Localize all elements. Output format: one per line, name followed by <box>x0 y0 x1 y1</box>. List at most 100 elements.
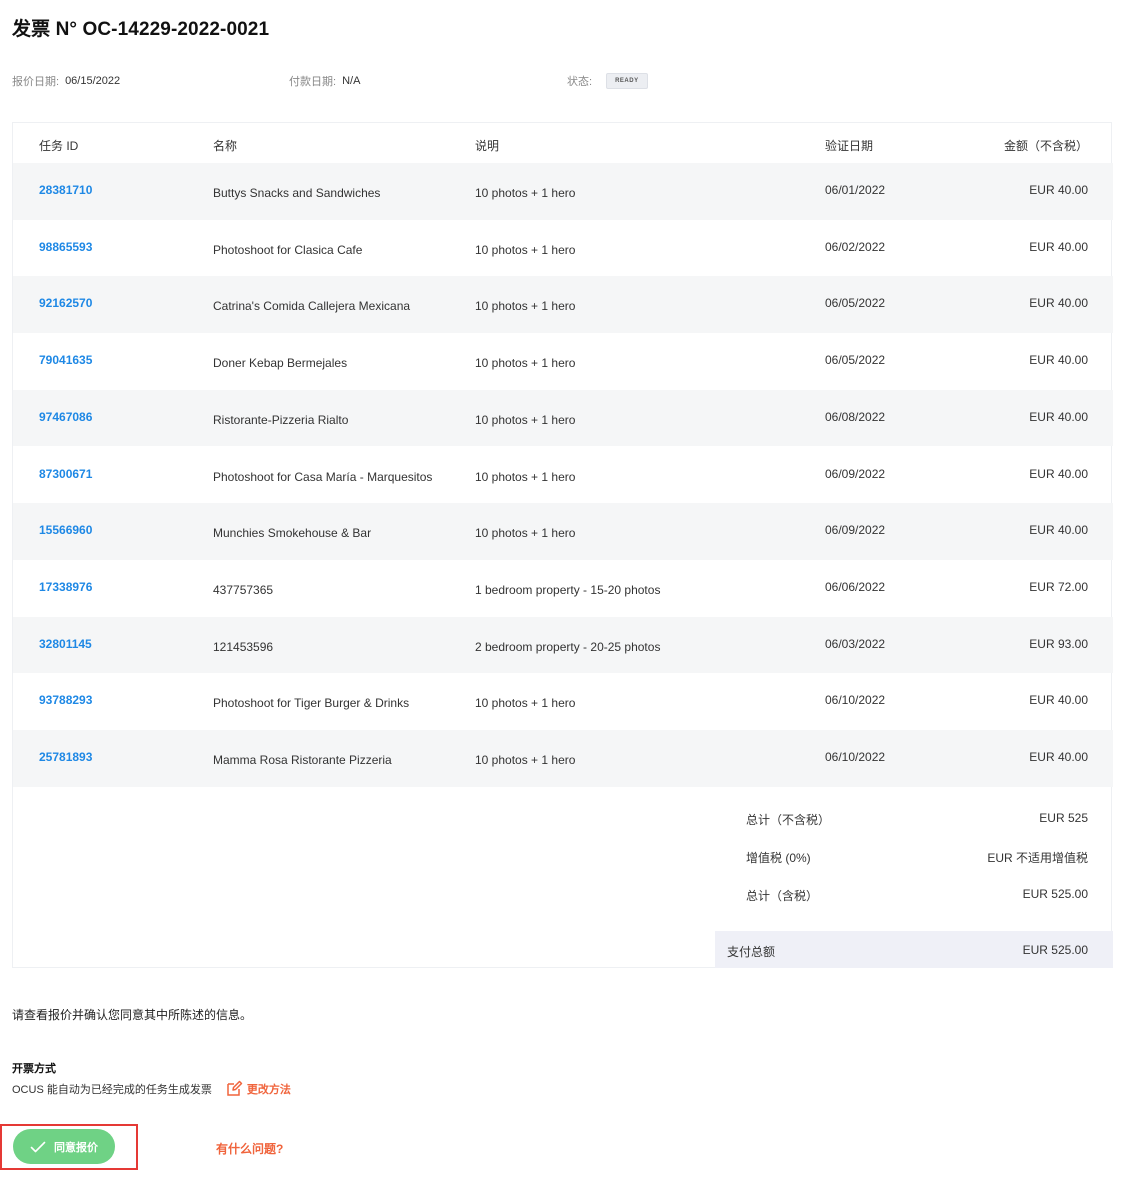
task-description: 10 photos + 1 hero <box>475 526 576 541</box>
validation-date: 06/05/2022 <box>825 353 886 368</box>
header-validation-date: 验证日期 <box>825 139 874 153</box>
task-id-link[interactable]: 28381710 <box>39 183 92 197</box>
task-amount: EUR 40.00 <box>1029 239 1088 254</box>
task-id-link[interactable]: 25781893 <box>39 750 92 764</box>
invoicing-method: OCUS 能自动为已经完成的任务生成发票 更改方法 <box>12 1080 291 1097</box>
header-task-id: 任务 ID <box>39 139 79 153</box>
table-row: 98865593 Photoshoot for Clasica Cafe 10 ph… <box>13 220 1113 277</box>
task-name: Photoshoot for Tiger Burger & Drinks <box>213 696 410 711</box>
review-notice: 请查看报价并确认您同意其中所陈述的信息。 <box>12 1008 253 1022</box>
task-amount: EUR 40.00 <box>1029 296 1088 311</box>
accept-quote-button[interactable]: 同意报价 <box>13 1129 115 1164</box>
vat-value: EUR 不适用增值税 <box>987 851 1088 865</box>
table-header: 任务 ID 名称 说明 验证日期 金额（不含税） <box>13 123 1113 163</box>
task-amount: EUR 40.00 <box>1029 523 1088 538</box>
invoicing-method-text: OCUS 能自动为已经完成的任务生成发票 <box>12 1083 212 1096</box>
task-id-link[interactable]: 97467086 <box>39 410 92 424</box>
task-name: 121453596 <box>213 639 274 654</box>
task-amount: EUR 40.00 <box>1029 409 1088 424</box>
task-name: Mamma Rosa Ristorante Pizzeria <box>213 753 392 767</box>
task-id-link[interactable]: 98865593 <box>39 240 92 254</box>
header-amount: 金额（不含税） <box>1003 139 1088 153</box>
payment-date-label: 付款日期: <box>289 76 337 88</box>
validation-date: 06/01/2022 <box>825 183 886 197</box>
status: 状态: READY <box>567 73 648 89</box>
task-name: 437757365 <box>213 582 274 597</box>
quote-date: 报价日期: 06/15/2022 <box>12 73 120 89</box>
vat-label: 增值税 (0%) <box>746 851 811 865</box>
payment-date: 付款日期: N/A <box>289 73 360 89</box>
header-name: 名称 <box>213 139 238 153</box>
table-row: 87300671 Photoshoot for Casa María - Marq… <box>13 447 1113 504</box>
change-method-link[interactable]: 更改方法 <box>226 1080 291 1097</box>
table-row: 32801145 121453596 2 bedroom property - 20… <box>13 616 1113 674</box>
payment-total-label: 支付总额 <box>727 945 776 959</box>
task-name: Munchies Smokehouse & Bar <box>213 526 372 541</box>
task-name: Buttys Snacks and Sandwiches <box>213 186 381 200</box>
task-amount: EUR 40.00 <box>1029 353 1088 368</box>
task-amount: EUR 40.00 <box>1029 183 1088 197</box>
validation-date: 06/09/2022 <box>825 523 886 538</box>
quote-date-value: 06/15/2022 <box>65 75 121 87</box>
task-name: Photoshoot for Clasica Cafe <box>213 242 363 257</box>
task-amount: EUR 93.00 <box>1029 636 1088 651</box>
task-id-link[interactable]: 87300671 <box>39 467 92 481</box>
total-label: 总计（含税） <box>746 889 819 903</box>
invoicing-method-title: 开票方式 <box>12 1063 56 1075</box>
validation-date: 06/10/2022 <box>825 693 886 708</box>
header-description: 说明 <box>475 139 500 153</box>
task-id-link[interactable]: 17338976 <box>39 580 92 594</box>
payment-date-value: N/A <box>342 75 361 87</box>
task-amount: EUR 40.00 <box>1029 693 1088 708</box>
validation-date: 06/05/2022 <box>825 296 886 311</box>
task-description: 10 photos + 1 hero <box>475 356 576 371</box>
task-id-link[interactable]: 79041635 <box>39 353 92 367</box>
validation-date: 06/10/2022 <box>825 750 886 764</box>
table-row: 92162570 Catrina's Comida Callejera Mexic… <box>13 276 1113 334</box>
task-id-link[interactable]: 93788293 <box>39 693 92 707</box>
table-row: 28381710 Buttys Snacks and Sandwiches 10 p… <box>13 163 1113 220</box>
table-row: 15566960 Munchies Smokehouse & Bar 10 phot… <box>13 503 1113 560</box>
quote-date-label: 报价日期: <box>12 76 60 88</box>
accept-quote-label: 同意报价 <box>54 1141 98 1154</box>
total-value: EUR 525.00 <box>1022 887 1088 901</box>
task-amount: EUR 40.00 <box>1029 466 1088 481</box>
table-row: 93788293 Photoshoot for Tiger Burger & Dr… <box>13 673 1113 730</box>
task-id-link[interactable]: 92162570 <box>39 296 92 310</box>
payment-total-value: EUR 525.00 <box>1022 943 1088 957</box>
table-row: 17338976 437757365 1 bedroom property - 15… <box>13 560 1113 617</box>
check-icon <box>30 1141 46 1152</box>
task-description: 2 bedroom property - 20-25 photos <box>475 639 661 654</box>
task-name: Doner Kebap Bermejales <box>213 356 348 371</box>
table-row: 79041635 Doner Kebap Bermejales 10 photos … <box>13 333 1113 390</box>
invoice-table-card: 任务 ID 名称 说明 验证日期 金额（不含税） 28381710 Buttys … <box>12 122 1113 968</box>
subtotal-value: EUR 525 <box>1039 811 1088 825</box>
table-row: 97467086 Ristorante-Pizzeria Rialto 10 pho… <box>13 389 1113 447</box>
validation-date: 06/08/2022 <box>825 409 886 424</box>
task-description: 10 photos + 1 hero <box>475 412 576 427</box>
task-description: 10 photos + 1 hero <box>475 469 576 484</box>
task-description: 10 photos + 1 hero <box>475 753 576 767</box>
validation-date: 06/03/2022 <box>825 636 886 651</box>
task-id-link[interactable]: 32801145 <box>39 637 92 651</box>
page-title: 发票 N° OC-14229-2022-0021 <box>12 19 270 40</box>
task-description: 10 photos + 1 hero <box>475 186 576 200</box>
task-amount: EUR 40.00 <box>1029 750 1088 764</box>
task-name: Photoshoot for Casa María - Marquesitos <box>213 469 433 484</box>
task-amount: EUR 72.00 <box>1029 579 1088 594</box>
status-label: 状态: <box>567 76 593 88</box>
task-id-link[interactable]: 15566960 <box>39 523 92 537</box>
payment-total-row: 支付总额 EUR 525.00 <box>715 931 1113 968</box>
change-method-label: 更改方法 <box>246 1083 291 1096</box>
validation-date: 06/02/2022 <box>825 239 886 254</box>
task-description: 10 photos + 1 hero <box>475 299 576 314</box>
task-name: Ristorante-Pizzeria Rialto <box>213 412 349 427</box>
task-description: 10 photos + 1 hero <box>475 242 576 257</box>
edit-icon <box>227 1080 243 1096</box>
task-description: 10 photos + 1 hero <box>475 696 576 711</box>
help-link[interactable]: 有什么问题? <box>216 1140 283 1157</box>
subtotal-label: 总计（不含税） <box>746 813 831 827</box>
validation-date: 06/09/2022 <box>825 466 886 481</box>
task-name: Catrina's Comida Callejera Mexicana <box>213 299 411 314</box>
status-badge: READY <box>606 73 648 89</box>
